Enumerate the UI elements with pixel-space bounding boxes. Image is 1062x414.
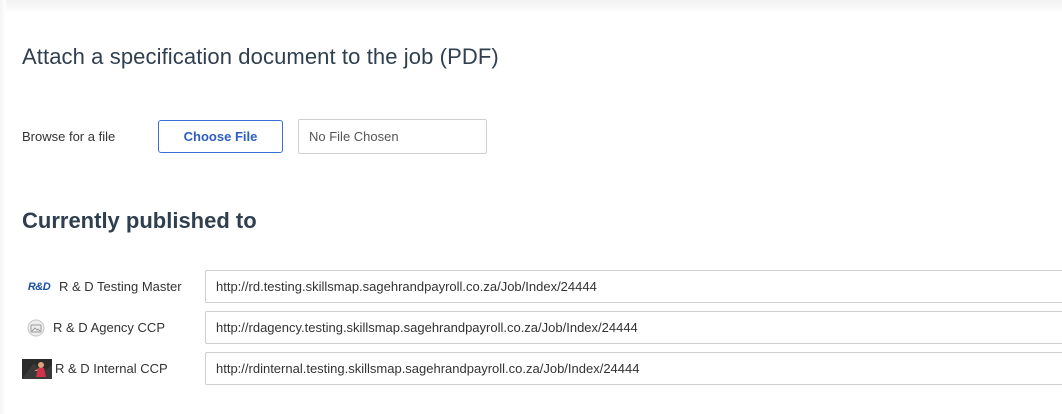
choose-file-button[interactable]: Choose File <box>158 120 283 153</box>
published-item: R&D R & D Testing Master http://rd.testi… <box>22 269 1062 304</box>
published-item-label: R & D Agency CCP <box>22 318 205 338</box>
published-item-url[interactable]: http://rdinternal.testing.skillsmap.sage… <box>205 352 1062 385</box>
top-divider <box>0 0 1062 14</box>
image-placeholder-icon <box>22 318 50 338</box>
file-upload-row: Browse for a file Choose File No File Ch… <box>22 119 487 154</box>
published-list: R&D R & D Testing Master http://rd.testi… <box>22 269 1062 392</box>
published-item-url[interactable]: http://rdagency.testing.skillsmap.sagehr… <box>205 311 1062 344</box>
published-item-name: R & D Internal CCP <box>55 361 168 376</box>
attach-section-title: Attach a specification document to the j… <box>22 44 499 69</box>
published-item-name: R & D Testing Master <box>59 279 182 294</box>
published-item-label: R & D Internal CCP <box>22 358 205 379</box>
page: Attach a specification document to the j… <box>0 0 1062 414</box>
published-item: R & D Agency CCP http://rdagency.testing… <box>22 310 1062 345</box>
published-section-title: Currently published to <box>22 208 257 233</box>
published-item-label: R&D R & D Testing Master <box>22 279 205 294</box>
published-item-name: R & D Agency CCP <box>53 320 165 335</box>
left-divider <box>0 0 6 414</box>
published-item: R & D Internal CCP http://rdinternal.tes… <box>22 351 1062 386</box>
published-item-url[interactable]: http://rd.testing.skillsmap.sagehrandpay… <box>205 270 1062 303</box>
rd-logo-icon: R&D <box>27 280 51 293</box>
file-chosen-display: No File Chosen <box>298 119 487 154</box>
person-photo-icon <box>22 358 52 379</box>
browse-label: Browse for a file <box>22 129 116 144</box>
